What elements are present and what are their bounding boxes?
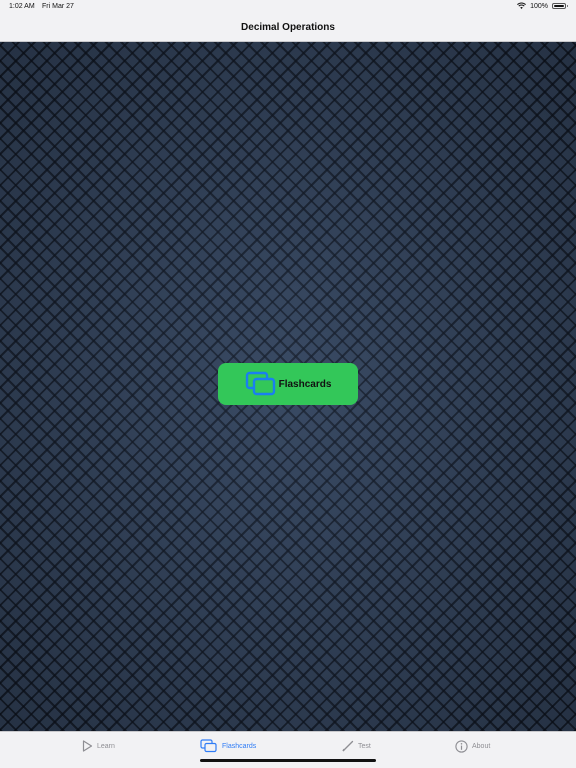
app-screen: 1:02 AM Fri Mar 27 100% Decimal Operatio… — [0, 0, 576, 768]
cards-icon — [200, 739, 217, 753]
battery-icon — [552, 3, 568, 9]
tab-learn-label: Learn — [97, 742, 115, 750]
content-background: Flashcards — [0, 42, 576, 731]
flashcards-button-label: Flashcards — [278, 378, 332, 390]
page-title: Decimal Operations — [241, 22, 335, 33]
tab-about[interactable]: About — [455, 738, 490, 754]
tab-flashcards[interactable]: Flashcards — [200, 738, 256, 754]
status-bar: 1:02 AM Fri Mar 27 100% — [0, 0, 576, 14]
flashcards-button[interactable]: Flashcards — [218, 363, 358, 405]
tab-test[interactable]: Test — [342, 738, 371, 754]
status-indicators: 100% — [517, 2, 568, 10]
play-icon — [82, 740, 93, 752]
battery-percent: 100% — [530, 2, 548, 10]
info-icon — [455, 739, 468, 753]
wifi-icon — [517, 2, 527, 9]
status-date: Fri Mar 27 — [42, 3, 74, 10]
home-indicator — [200, 759, 376, 762]
tab-bar: Learn Flashcards Test About — [0, 731, 576, 768]
cards-icon — [245, 371, 275, 396]
tab-test-label: Test — [358, 742, 371, 750]
pencil-icon — [342, 740, 354, 752]
tab-learn[interactable]: Learn — [82, 738, 115, 754]
status-time: 1:02 AM — [9, 3, 35, 10]
tab-about-label: About — [472, 742, 491, 750]
navigation-bar: Decimal Operations — [0, 14, 576, 42]
tab-flashcards-label: Flashcards — [222, 742, 257, 750]
